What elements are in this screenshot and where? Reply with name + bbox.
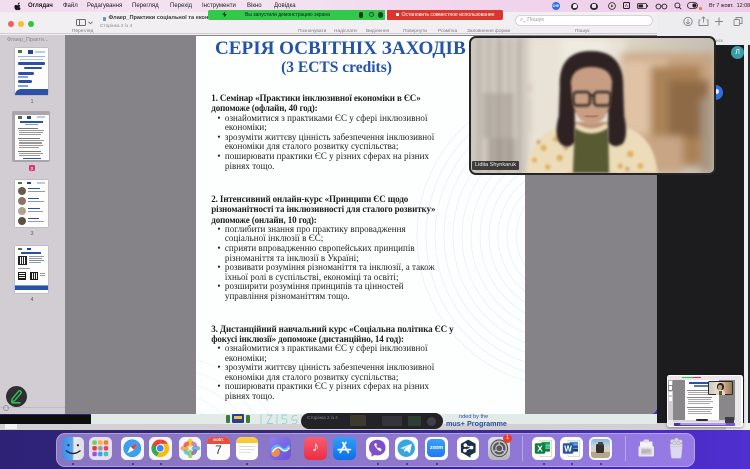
svg-text:X: X bbox=[537, 444, 543, 454]
svg-text:W: W bbox=[565, 445, 573, 454]
